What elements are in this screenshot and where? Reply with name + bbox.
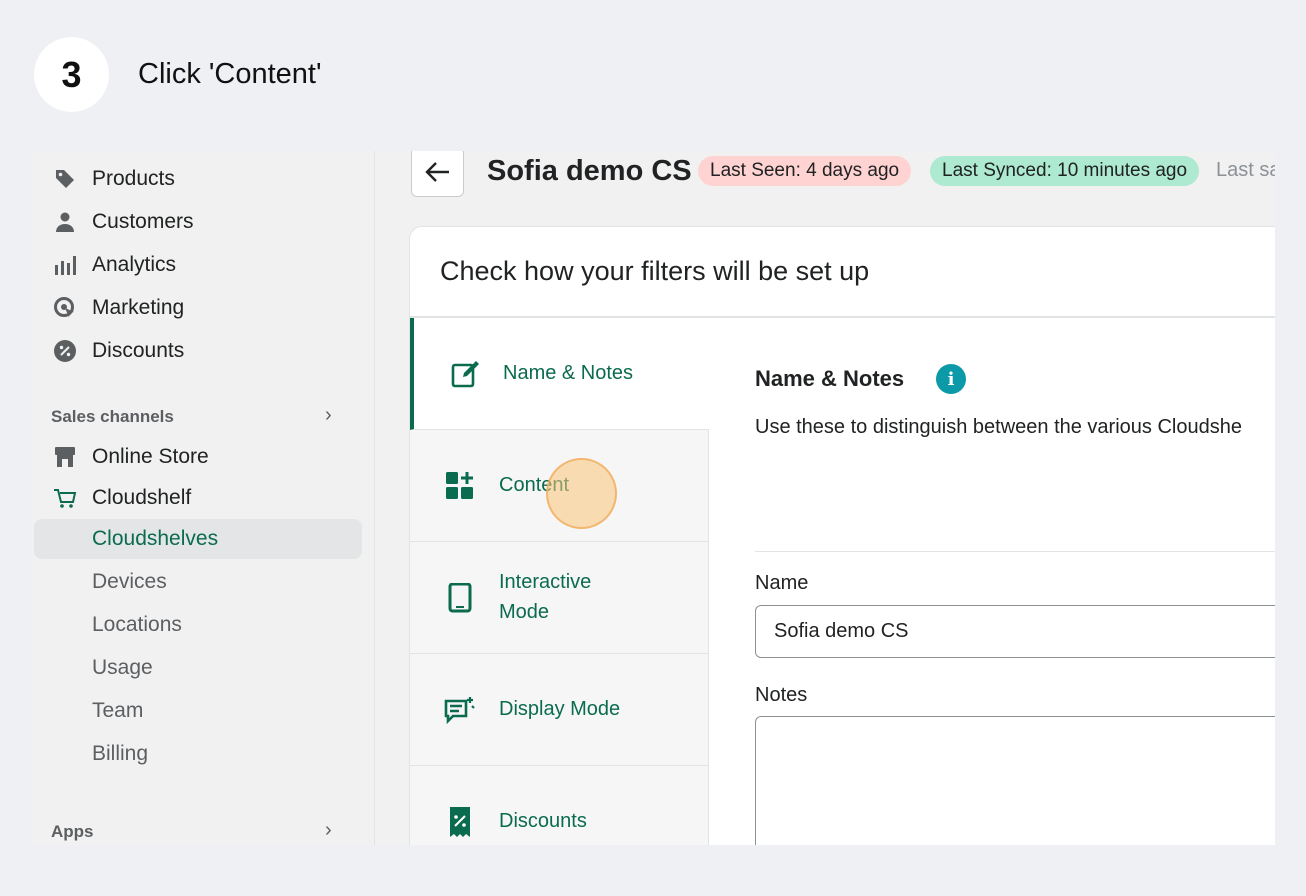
tab-label: Discounts (499, 810, 587, 832)
tab-discounts[interactable]: Discounts (410, 766, 709, 845)
sales-channels-heading: Sales channels (51, 407, 174, 426)
settings-tabs: Name & Notes Content Interactive Mode Di… (410, 318, 709, 845)
sidebar-item-label: Cloudshelf (92, 486, 192, 509)
sidebar-subitem-usage[interactable]: Usage (32, 648, 375, 688)
click-indicator (546, 458, 617, 529)
edit-icon (450, 358, 482, 390)
sidebar-subitem-label: Team (92, 699, 144, 722)
sidebar-subitem-label: Locations (92, 613, 182, 636)
sidebar-item-label: Analytics (92, 253, 177, 276)
sidebar-subitem-team[interactable]: Team (32, 691, 375, 731)
app-screenshot: Products Customers Analytics Marketing D… (32, 151, 1275, 845)
step-number-badge: 3 (34, 37, 109, 112)
arrow-left-icon (424, 162, 449, 182)
divider (755, 551, 1275, 552)
cart-icon (52, 485, 78, 511)
last-seen-badge: Last Seen: 4 days ago (698, 156, 912, 186)
sidebar-item-label: Products (92, 167, 175, 190)
discount-icon (52, 338, 78, 364)
sidebar-subitem-label: Billing (92, 742, 149, 765)
last-synced-badge: Last Synced: 10 minutes ago (930, 156, 1200, 186)
sidebar-item-label: Customers (92, 210, 194, 233)
apps-heading: Apps (51, 822, 94, 841)
grid-plus-icon (444, 470, 476, 502)
page-title: Sofia demo CS (487, 155, 692, 187)
sidebar-subitem-devices[interactable]: Devices (32, 562, 375, 602)
sidebar-item-discounts[interactable]: Discounts (32, 331, 375, 371)
sidebar-item-label: Discounts (92, 339, 185, 362)
target-icon (52, 295, 78, 321)
chevron-right-icon[interactable]: › (325, 404, 332, 427)
tab-name-notes[interactable]: Name & Notes (410, 318, 709, 430)
tablet-icon (444, 582, 476, 614)
sidebar-item-customers[interactable]: Customers (32, 202, 375, 242)
tab-label: Mode (499, 601, 550, 623)
tab-label: Name & Notes (503, 362, 634, 384)
back-button[interactable] (411, 151, 464, 197)
name-notes-panel: Name & Notes i Use these to distinguish … (710, 318, 1275, 845)
sidebar-subitem-billing[interactable]: Billing (32, 734, 375, 774)
info-icon[interactable]: i (936, 364, 966, 394)
sidebar-item-cloudshelf[interactable]: Cloudshelf (32, 478, 375, 518)
sidebar-item-online-store[interactable]: Online Store (32, 437, 375, 477)
sidebar-subitem-locations[interactable]: Locations (32, 605, 375, 645)
chat-sparkle-icon (444, 694, 476, 726)
notes-field[interactable] (755, 716, 1275, 845)
name-field-label: Name (755, 572, 809, 594)
sidebar-subitem-label: Usage (92, 656, 153, 679)
tab-label: Interactive (499, 571, 592, 593)
sidebar: Products Customers Analytics Marketing D… (32, 151, 375, 845)
store-icon (52, 444, 78, 470)
sidebar-item-products[interactable]: Products (32, 159, 375, 199)
name-field[interactable]: Sofia demo CS (755, 605, 1275, 658)
sidebar-item-marketing[interactable]: Marketing (32, 288, 375, 328)
tag-icon (52, 166, 78, 192)
main-content: Sofia demo CS Last Seen: 4 days ago Last… (376, 151, 1275, 845)
panel-heading: Name & Notes (755, 366, 905, 391)
tab-label: Display Mode (499, 698, 621, 720)
tab-display-mode[interactable]: Display Mode (410, 654, 709, 766)
card-title: Check how your filters will be set up (440, 256, 870, 286)
step-instruction: Click 'Content' (138, 58, 322, 90)
bar-chart-icon (52, 252, 78, 278)
sidebar-item-label: Marketing (92, 296, 185, 319)
sidebar-subitem-label: Devices (92, 570, 167, 593)
sidebar-subitem-label: Cloudshelves (92, 527, 219, 550)
notes-field-label: Notes (755, 684, 808, 706)
sidebar-subitem-cloudshelves[interactable]: Cloudshelves (34, 519, 362, 559)
chevron-right-icon[interactable]: › (325, 819, 332, 842)
person-icon (52, 209, 78, 235)
tab-interactive-mode[interactable]: Interactive Mode (410, 542, 709, 654)
sidebar-item-analytics[interactable]: Analytics (32, 245, 375, 285)
receipt-discount-icon (444, 806, 476, 838)
sidebar-item-label: Online Store (92, 445, 209, 468)
panel-description: Use these to distinguish between the var… (755, 416, 1242, 438)
filters-setup-card: Check how your filters will be set up Na… (410, 227, 1275, 845)
last-saved-text: Last sa (1216, 159, 1275, 181)
